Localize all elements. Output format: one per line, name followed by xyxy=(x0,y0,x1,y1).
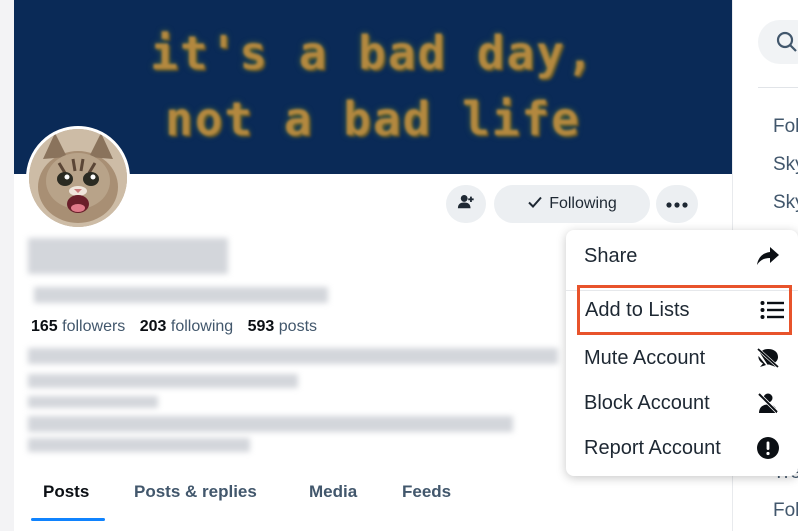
right-sidebar-item[interactable]: Sky xyxy=(773,192,798,214)
redacted-display-name xyxy=(28,238,228,274)
mute-speech-icon xyxy=(756,347,780,369)
alert-circle-icon xyxy=(756,436,780,460)
list-icon xyxy=(760,300,784,320)
profile-actions: Following xyxy=(446,185,698,223)
share-arrow-icon xyxy=(756,245,780,267)
menu-item-label: Report Account xyxy=(584,436,721,459)
right-sidebar-item[interactable]: Fol xyxy=(773,500,798,522)
block-person-icon xyxy=(756,392,780,414)
menu-item-label: Block Account xyxy=(584,391,710,414)
redacted-bio-line xyxy=(28,438,250,452)
profile-stats: 165 followers 203 following 593 posts xyxy=(31,318,317,336)
menu-item-mute-account[interactable]: Mute Account xyxy=(566,338,798,378)
right-sidebar-item[interactable]: Fol xyxy=(773,116,798,138)
menu-item-report-account[interactable]: Report Account xyxy=(566,428,798,468)
posts-count: 593 xyxy=(247,318,275,335)
search-icon xyxy=(776,31,798,58)
redacted-bio-line xyxy=(28,416,513,432)
tab-posts[interactable]: Posts xyxy=(43,482,89,502)
redacted-bio-line xyxy=(28,348,558,364)
following-button[interactable]: Following xyxy=(494,185,650,223)
redacted-bio-line xyxy=(28,396,158,408)
right-sidebar-item[interactable]: Sky xyxy=(773,154,798,176)
active-tab-indicator xyxy=(31,518,105,521)
menu-item-label: Share xyxy=(584,244,638,267)
redacted-bio-line xyxy=(28,374,298,388)
banner-text-line2: not a bad life xyxy=(165,92,581,146)
tab-feeds[interactable]: Feeds xyxy=(402,482,451,502)
followers-count[interactable]: 165 xyxy=(31,318,58,335)
profile-tabs: Posts Posts & replies Media Feeds xyxy=(14,476,732,531)
more-options-button[interactable] xyxy=(656,185,698,223)
search-input[interactable] xyxy=(758,20,798,64)
menu-item-label: Mute Account xyxy=(584,346,706,369)
menu-item-label: Add to Lists xyxy=(585,298,690,321)
tab-media[interactable]: Media xyxy=(309,482,357,502)
menu-item-add-to-lists[interactable]: Add to Lists xyxy=(577,285,792,335)
following-label: Following xyxy=(549,195,617,212)
menu-item-share[interactable]: Share xyxy=(566,236,798,276)
followers-label[interactable]: followers xyxy=(62,318,125,335)
right-sidebar-divider xyxy=(758,87,798,88)
kitten-avatar-image xyxy=(29,129,127,227)
ellipsis-icon xyxy=(666,195,688,213)
redacted-handle xyxy=(34,287,328,303)
avatar[interactable] xyxy=(26,126,130,230)
posts-label: posts xyxy=(278,318,318,335)
add-to-starter-pack-button[interactable] xyxy=(446,185,486,223)
following-count[interactable]: 203 xyxy=(140,318,167,335)
add-person-icon xyxy=(457,193,475,216)
banner-text-line1: it's a bad day, xyxy=(150,26,596,80)
menu-item-block-account[interactable]: Block Account xyxy=(566,383,798,423)
more-options-menu: Share Add to Lists Mute Account Block Ac… xyxy=(566,230,798,476)
check-icon xyxy=(527,194,543,215)
following-count-label[interactable]: following xyxy=(171,318,233,335)
profile-banner[interactable]: it's a bad day, not a bad life xyxy=(14,0,732,174)
tab-posts-and-replies[interactable]: Posts & replies xyxy=(134,482,257,502)
